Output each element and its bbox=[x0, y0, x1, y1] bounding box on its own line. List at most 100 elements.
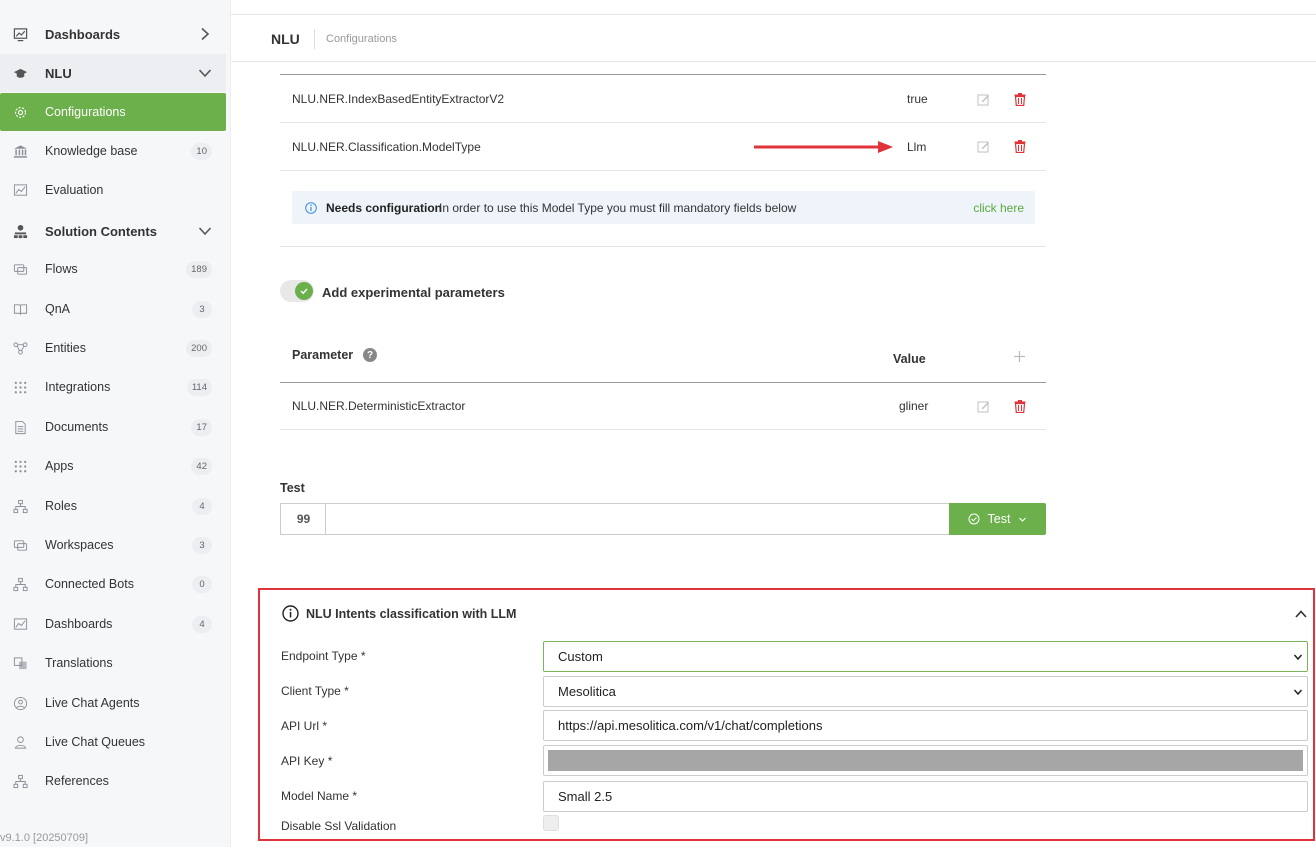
sidebar-item-label: Evaluation bbox=[45, 183, 104, 197]
sidebar-item-configurations[interactable]: Configurations bbox=[0, 93, 226, 131]
config-row-key: NLU.NER.IndexBasedEntityExtractorV2 bbox=[292, 92, 505, 106]
sidebar-item-label: Live Chat Queues bbox=[45, 735, 146, 749]
count-badge: 114 bbox=[186, 378, 212, 396]
version-label: v9.1.0 [20250709] bbox=[0, 832, 89, 844]
sidebar-item-documents[interactable]: Documents 17 bbox=[0, 408, 226, 446]
sidebar-item-label: Roles bbox=[45, 499, 77, 513]
chevron-up-icon[interactable] bbox=[1294, 607, 1308, 621]
trash-icon[interactable] bbox=[1014, 140, 1026, 153]
sidebar-item-dashboards[interactable]: Dashboards 4 bbox=[0, 605, 226, 643]
sidebar-item-evaluation[interactable]: Evaluation bbox=[0, 171, 226, 209]
table-divider bbox=[280, 429, 1046, 430]
document-icon bbox=[12, 419, 28, 435]
check-circle-icon bbox=[968, 513, 980, 525]
annotation-arrow bbox=[754, 141, 893, 153]
sidebar-item-dashboards-section[interactable]: Dashboards bbox=[0, 15, 226, 53]
sidebar-item-nlu[interactable]: NLU bbox=[0, 54, 226, 92]
sidebar-item-apps[interactable]: Apps 42 bbox=[0, 447, 226, 485]
sidebar-item-label: NLU bbox=[45, 65, 72, 81]
sidebar-item-workspaces[interactable]: Workspaces 3 bbox=[0, 526, 226, 564]
sidebar-item-translations[interactable]: Translations bbox=[0, 644, 226, 682]
endpoint-type-select[interactable]: Custom bbox=[543, 641, 1308, 672]
sidebar-item-label: Live Chat Agents bbox=[45, 696, 140, 710]
trash-icon[interactable] bbox=[1014, 93, 1026, 106]
sidebar-item-solution-contents[interactable]: Solution Contents bbox=[0, 212, 226, 250]
translate-icon bbox=[12, 655, 28, 671]
redacted-value bbox=[548, 750, 1303, 771]
endpoint-type-label: Endpoint Type * bbox=[281, 649, 366, 663]
sidebar-item-live-chat-queues[interactable]: Live Chat Queues bbox=[0, 723, 226, 761]
sitemap-icon bbox=[12, 223, 28, 239]
count-badge: 17 bbox=[191, 418, 212, 436]
chart-icon bbox=[12, 182, 28, 198]
sidebar-item-label: Flows bbox=[45, 262, 78, 276]
sitemap-icon bbox=[12, 576, 28, 592]
test-input[interactable] bbox=[325, 503, 950, 535]
config-row-value: Llm bbox=[907, 140, 927, 154]
sidebar-item-label: Entities bbox=[45, 341, 86, 355]
endpoint-type-value: Custom bbox=[558, 649, 603, 664]
click-here-link[interactable]: click here bbox=[973, 201, 1024, 215]
count-badge: 3 bbox=[192, 300, 212, 318]
add-parameter-icon[interactable] bbox=[1013, 350, 1026, 363]
count-badge: 3 bbox=[192, 536, 212, 554]
chevron-right-icon bbox=[201, 27, 210, 41]
notice-message: In order to use this Model Type you must… bbox=[439, 201, 797, 215]
page-header: NLU Configurations bbox=[231, 14, 1316, 62]
api-url-input[interactable]: https://api.mesolitica.com/v1/chat/compl… bbox=[543, 710, 1308, 741]
table-divider bbox=[280, 74, 1046, 75]
sidebar-item-integrations[interactable]: Integrations 114 bbox=[0, 368, 226, 406]
edit-icon[interactable] bbox=[977, 140, 990, 153]
page-title: NLU bbox=[271, 31, 300, 47]
chevron-down-icon bbox=[198, 227, 212, 236]
sidebar-item-label: Integrations bbox=[45, 380, 111, 394]
test-button[interactable]: Test bbox=[949, 503, 1046, 535]
help-icon[interactable]: ? bbox=[363, 348, 377, 362]
sidebar-item-label: Configurations bbox=[45, 105, 126, 119]
panel-title: NLU Intents classification with LLM bbox=[306, 607, 517, 621]
grid-dots-icon bbox=[12, 458, 28, 474]
experimental-parameters-toggle[interactable] bbox=[280, 280, 314, 302]
sidebar-item-knowledge-base[interactable]: Knowledge base 10 bbox=[0, 132, 226, 170]
quote-icon: 99 bbox=[280, 503, 326, 535]
api-key-input[interactable] bbox=[543, 745, 1308, 776]
count-badge: 4 bbox=[192, 497, 212, 515]
disable-ssl-label: Disable Ssl Validation bbox=[281, 819, 397, 833]
column-header-parameter: Parameter bbox=[292, 348, 354, 362]
sidebar-item-references[interactable]: References bbox=[0, 762, 226, 800]
sidebar-item-flows[interactable]: Flows 189 bbox=[0, 250, 226, 288]
edit-icon[interactable] bbox=[977, 93, 990, 106]
edit-icon[interactable] bbox=[977, 400, 990, 413]
sidebar-item-qna[interactable]: QnA 3 bbox=[0, 290, 226, 328]
sidebar-item-live-chat-agents[interactable]: Live Chat Agents bbox=[0, 684, 226, 722]
comments-icon bbox=[12, 261, 28, 277]
chevron-down-icon bbox=[1293, 654, 1303, 661]
api-key-label: API Key * bbox=[281, 754, 333, 768]
comments-icon bbox=[12, 537, 28, 553]
sidebar-item-label: QnA bbox=[45, 302, 71, 316]
chart-icon bbox=[12, 616, 28, 632]
sidebar-item-label: Translations bbox=[45, 656, 113, 670]
sidebar-item-roles[interactable]: Roles 4 bbox=[0, 487, 226, 525]
sidebar-item-entities[interactable]: Entities 200 bbox=[0, 329, 226, 367]
sidebar-item-connected-bots[interactable]: Connected Bots 0 bbox=[0, 565, 226, 603]
info-circle-icon bbox=[282, 605, 299, 622]
trash-icon[interactable] bbox=[1014, 400, 1026, 413]
breadcrumb[interactable]: Configurations bbox=[326, 33, 397, 45]
model-name-input[interactable]: Small 2.5 bbox=[543, 781, 1308, 812]
sitemap-icon bbox=[12, 498, 28, 514]
client-type-select[interactable]: Mesolitica bbox=[543, 676, 1308, 707]
table-divider bbox=[280, 382, 1046, 383]
api-url-label: API Url * bbox=[281, 719, 328, 733]
count-badge: 200 bbox=[186, 339, 212, 357]
count-badge: 10 bbox=[191, 142, 212, 160]
needs-configuration-notice: Needs configuration In order to use this… bbox=[292, 191, 1035, 224]
sidebar-item-label: Dashboards bbox=[45, 26, 121, 42]
chart-line-icon bbox=[12, 26, 28, 42]
gear-icon bbox=[12, 104, 28, 120]
chevron-down-icon bbox=[1019, 517, 1027, 522]
user-queue-icon bbox=[12, 734, 28, 750]
client-type-label: Client Type * bbox=[281, 684, 349, 698]
disable-ssl-checkbox[interactable] bbox=[543, 815, 559, 831]
parameter-row-key: NLU.NER.DeterministicExtractor bbox=[292, 399, 466, 413]
